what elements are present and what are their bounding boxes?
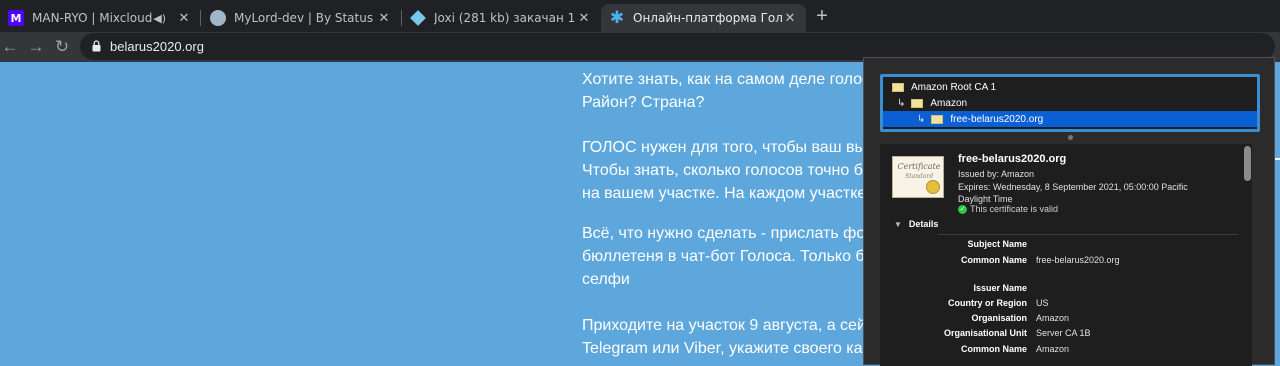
check-icon: ✓ — [958, 204, 967, 214]
heading-label: Subject Name — [967, 239, 1027, 249]
detail-key: Common Name — [960, 344, 1027, 354]
tab-title: MyLord-dev | By Status — [234, 11, 374, 25]
detail-row: Common Name free-belarus2020.org — [880, 255, 1252, 267]
certificate-chain: Amazon Root CA 1 ↳ Amazon ↳ free-belarus… — [880, 74, 1260, 132]
asterisk-icon: ✱ — [609, 8, 625, 28]
badge-line: Certificate — [897, 162, 941, 171]
split-handle[interactable] — [1068, 135, 1073, 140]
bot-icon — [210, 10, 226, 26]
certificate-badge-icon: Certificate Standard — [892, 156, 944, 198]
close-icon[interactable]: ✕ — [576, 10, 592, 26]
speaker-icon[interactable]: ◀) — [153, 12, 166, 25]
close-icon[interactable]: ✕ — [782, 10, 798, 26]
badge-line: Standard — [904, 173, 934, 180]
section-heading: Subject Name — [880, 239, 1252, 251]
detail-key: Common Name — [960, 255, 1027, 265]
details-label: Details — [908, 219, 939, 229]
details-disclosure[interactable]: ▼ Details — [894, 219, 938, 229]
tab-mylord[interactable]: MyLord-dev | By Status ✕ — [202, 4, 400, 32]
detail-key: Organisation — [971, 313, 1027, 323]
chain-item-leaf[interactable]: ↳ free-belarus2020.org — [883, 111, 1257, 127]
url-text: belarus2020.org — [110, 39, 204, 54]
valid-status: ✓ This certificate is valid — [958, 204, 1058, 214]
section-heading: Issuer Name — [880, 283, 1252, 295]
chain-label: Amazon Root CA 1 — [911, 81, 997, 93]
scroll-thumb[interactable] — [1244, 146, 1251, 181]
detail-row: Organisation Amazon — [880, 313, 1252, 325]
disclosure-triangle-icon: ▼ — [894, 219, 902, 229]
valid-text: This certificate is valid — [970, 204, 1059, 214]
tab-title: Joxi (281 kb) закачан 19 июня — [434, 11, 576, 25]
detail-value: Amazon — [1036, 344, 1070, 354]
new-tab-button[interactable]: + — [812, 6, 832, 26]
certificate-icon — [892, 82, 904, 92]
certificate-viewer: Amazon Root CA 1 ↳ Amazon ↳ free-belarus… — [863, 57, 1275, 366]
chain-item-intermediate[interactable]: ↳ Amazon — [897, 95, 967, 111]
certificate-icon — [911, 98, 924, 108]
joxi-icon — [410, 10, 426, 26]
detail-value: Amazon — [1036, 313, 1070, 323]
detail-value: Server CA 1B — [1036, 328, 1091, 338]
detail-row: Country or Region US — [880, 298, 1252, 310]
detail-row: Common Name Amazon — [880, 344, 1252, 356]
branch-arrow-icon: ↳ — [897, 97, 906, 109]
detail-row: Organisational Unit Server CA 1B — [880, 328, 1252, 340]
issued-by: Issued by: Amazon — [958, 169, 1035, 179]
mixcloud-icon: M — [8, 10, 24, 26]
heading-label: Issuer Name — [973, 283, 1027, 293]
forward-icon[interactable]: → — [26, 37, 46, 57]
certificate-name: free-belarus2020.org — [958, 153, 1067, 165]
lock-icon — [92, 40, 101, 52]
detail-value: free-belarus2020.org — [1036, 255, 1120, 265]
detail-value: US — [1036, 298, 1049, 308]
certificate-details: Certificate Standard free-belarus2020.or… — [880, 144, 1252, 366]
address-bar[interactable]: belarus2020.org — [80, 33, 1275, 60]
close-icon[interactable]: ✕ — [176, 10, 192, 26]
back-icon[interactable]: ← — [0, 37, 20, 57]
detail-key: Country or Region — [948, 298, 1027, 308]
tab-golos[interactable]: ✱ Онлайн-платформа Голос. В с ✕ — [601, 4, 806, 32]
tab-title: MAN-RYO | Mixcloud — [32, 11, 153, 25]
reload-icon[interactable]: ↻ — [52, 37, 72, 57]
tab-title: Онлайн-платформа Голос. В с — [633, 11, 782, 25]
chain-label: Amazon — [930, 97, 968, 109]
chain-label: free-belarus2020.org — [950, 113, 1044, 125]
divider — [938, 234, 1238, 235]
tab-strip: M MAN-RYO | Mixcloud ◀) ✕ MyLord-dev | B… — [0, 0, 1280, 32]
seal-icon — [926, 180, 940, 194]
expires-line: Expires: Wednesday, 8 September 2021, 05… — [958, 182, 1188, 192]
tab-mixcloud[interactable]: M MAN-RYO | Mixcloud ◀) ✕ — [0, 4, 200, 32]
tab-joxi[interactable]: Joxi (281 kb) закачан 19 июня ✕ — [402, 4, 600, 32]
certificate-icon — [931, 114, 944, 124]
branch-arrow-icon: ↳ — [917, 113, 926, 125]
close-icon[interactable]: ✕ — [376, 10, 392, 26]
detail-key: Organisational Unit — [943, 328, 1027, 338]
chain-item-root[interactable]: Amazon Root CA 1 — [892, 79, 996, 95]
tab-separator — [200, 10, 201, 26]
details-scrollbar[interactable] — [1244, 146, 1251, 366]
